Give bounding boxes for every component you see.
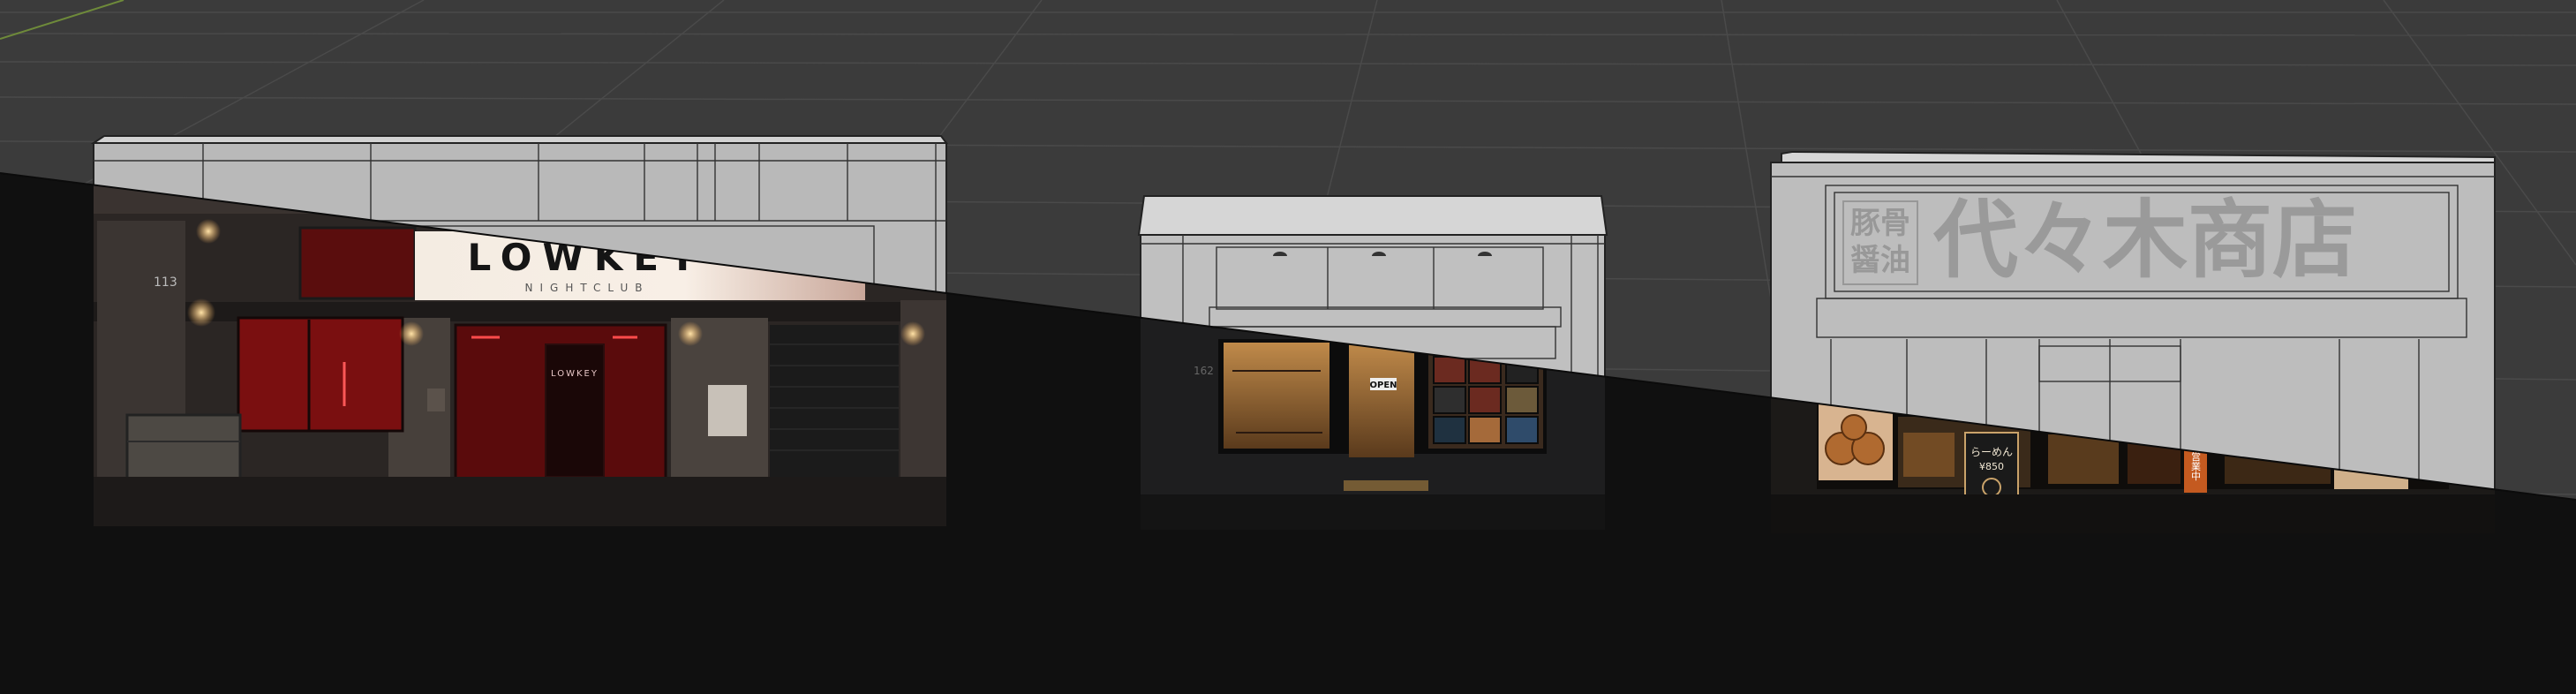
clothing-street-number: 162 bbox=[1194, 365, 1214, 377]
nightclub-street-number: 113 bbox=[154, 275, 177, 290]
ramen-sign-main-ghost: 代々木商店 bbox=[1932, 191, 2357, 290]
ramen-menu-line2: ¥850 bbox=[1979, 461, 2004, 472]
lowkey-sign-subtitle: NIGHTCLUB bbox=[525, 282, 650, 294]
lowkey-door-sign: LOWKEY bbox=[551, 369, 599, 379]
ramen-sign-left-ghost-2: 醤油 bbox=[1850, 243, 1910, 278]
ramen-menu-line1: らーめん bbox=[1970, 446, 2013, 458]
viewport-3d[interactable]: 豚骨 醤油 代々木商店 LOWKEY NIGHTCLUB LOWKEY 113 … bbox=[0, 0, 2576, 694]
ramen-noren-text: 営業中 bbox=[2190, 450, 2202, 480]
clothing-door bbox=[1349, 343, 1414, 457]
open-sign: OPEN bbox=[1369, 381, 1397, 390]
ramen-sign-left-ghost-1: 豚骨 bbox=[1850, 206, 1910, 241]
